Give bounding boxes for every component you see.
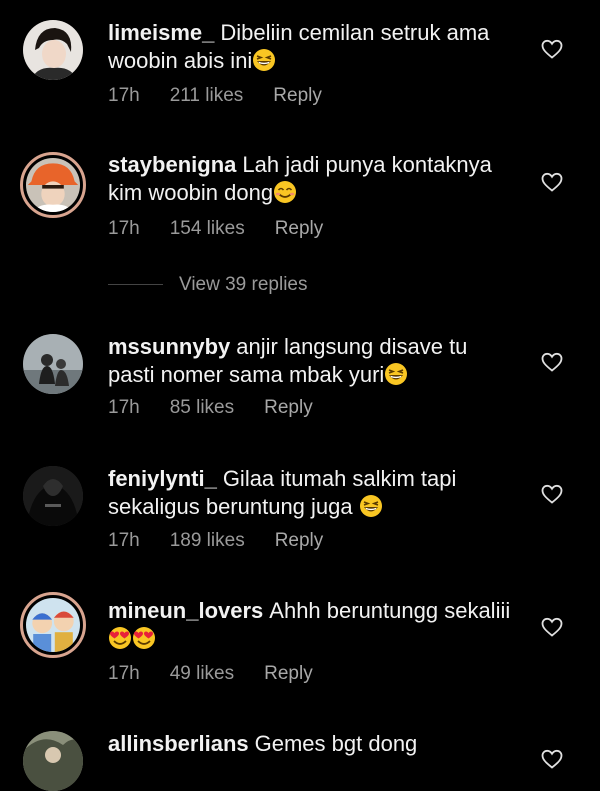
comment-body-line: anjir langsung disave tu <box>236 334 468 359</box>
comment-meta: 17h 211 likes Reply <box>108 85 352 107</box>
avatar-photo <box>23 466 83 526</box>
comment-text: limeisme_ Dibeliin cemilan setruk ama woo… <box>108 19 523 75</box>
comment-text: mssunnyby anjir langsung disave tu pasti … <box>108 333 523 389</box>
avatar[interactable] <box>23 334 83 394</box>
comment-body-line: Gilaa itumah salkim tapi <box>222 466 457 491</box>
comment-time: 17h <box>108 397 140 418</box>
comment-body-line: Gemes bgt dong <box>254 731 418 756</box>
comment-username[interactable]: mssunnyby <box>108 334 230 359</box>
comment-meta: 17h 85 likes Reply <box>108 397 343 419</box>
heart-eyes-emoji <box>108 626 132 650</box>
avatar[interactable] <box>20 152 86 218</box>
reply-button[interactable]: Reply <box>264 663 313 685</box>
like-heart-icon[interactable] <box>540 747 564 771</box>
like-heart-icon[interactable] <box>540 350 564 374</box>
reply-button[interactable]: Reply <box>275 530 324 552</box>
comment-time: 17h <box>108 663 140 684</box>
comment-username[interactable]: staybenigna <box>108 152 236 177</box>
comment-meta: 17h 49 likes Reply <box>108 663 343 685</box>
comment-meta: 17h 189 likes Reply <box>108 530 353 552</box>
comment-username[interactable]: allinsberlians <box>108 731 249 756</box>
like-heart-icon[interactable] <box>540 615 564 639</box>
like-heart-icon[interactable] <box>540 482 564 506</box>
comment-body-line: Lah jadi punya kontaknya <box>242 152 492 177</box>
comment-time: 17h <box>108 218 140 239</box>
comment-likes[interactable]: 154 likes <box>170 218 245 240</box>
reply-button[interactable]: Reply <box>273 85 322 107</box>
reply-button[interactable]: Reply <box>275 218 324 240</box>
avatar[interactable] <box>23 466 83 526</box>
avatar-photo <box>23 731 83 791</box>
grinning-squinting-face-emoji <box>384 362 408 386</box>
comment-body-line: woobin abis ini <box>108 48 253 73</box>
comment-body-line: sekaligus beruntung juga <box>108 494 353 519</box>
grinning-squinting-face-emoji <box>252 48 276 72</box>
comment-body-line: pasti nomer sama mbak yuri <box>108 362 385 387</box>
comment-text: mineun_lovers Ahhh beruntungg sekaliii <box>108 597 523 653</box>
comment-likes[interactable]: 85 likes <box>170 397 234 419</box>
comment-text: feniylynti_ Gilaa itumah salkim tapi seka… <box>108 465 523 521</box>
avatar-photo <box>26 158 80 212</box>
avatar-photo <box>26 598 80 652</box>
comment-username[interactable]: feniylynti_ <box>108 466 217 491</box>
avatar-photo <box>23 20 83 80</box>
comment-likes[interactable]: 49 likes <box>170 663 234 685</box>
avatar[interactable] <box>23 731 83 791</box>
comment-likes[interactable]: 211 likes <box>170 85 244 107</box>
comment-body-line: Dibeliin cemilan setruk ama <box>220 20 490 45</box>
replies-divider <box>108 284 163 286</box>
comment-time: 17h <box>108 85 140 106</box>
grinning-squinting-face-emoji <box>359 494 383 518</box>
avatar-photo <box>23 334 83 394</box>
like-heart-icon[interactable] <box>540 37 564 61</box>
view-replies-label[interactable]: View 39 replies <box>179 274 308 295</box>
avatar[interactable] <box>20 592 86 658</box>
smiling-face-emoji <box>273 180 297 204</box>
heart-eyes-emoji <box>132 626 156 650</box>
comment-meta: 17h 154 likes Reply <box>108 218 353 240</box>
comment-username[interactable]: limeisme_ <box>108 20 214 45</box>
comment-text: allinsberlians Gemes bgt dong <box>108 730 523 758</box>
reply-button[interactable]: Reply <box>264 397 313 419</box>
avatar[interactable] <box>23 20 83 80</box>
comment-body-line: Ahhh beruntungg sekaliii <box>269 598 511 623</box>
view-replies-button[interactable]: View 39 replies <box>108 274 308 298</box>
comment-time: 17h <box>108 530 140 551</box>
comment-likes[interactable]: 189 likes <box>170 530 245 552</box>
like-heart-icon[interactable] <box>540 170 564 194</box>
comment-username[interactable]: mineun_lovers <box>108 598 263 623</box>
comment-text: staybenigna Lah jadi punya kontaknya kim … <box>108 151 523 207</box>
comment-body-line: kim woobin dong <box>108 180 274 205</box>
